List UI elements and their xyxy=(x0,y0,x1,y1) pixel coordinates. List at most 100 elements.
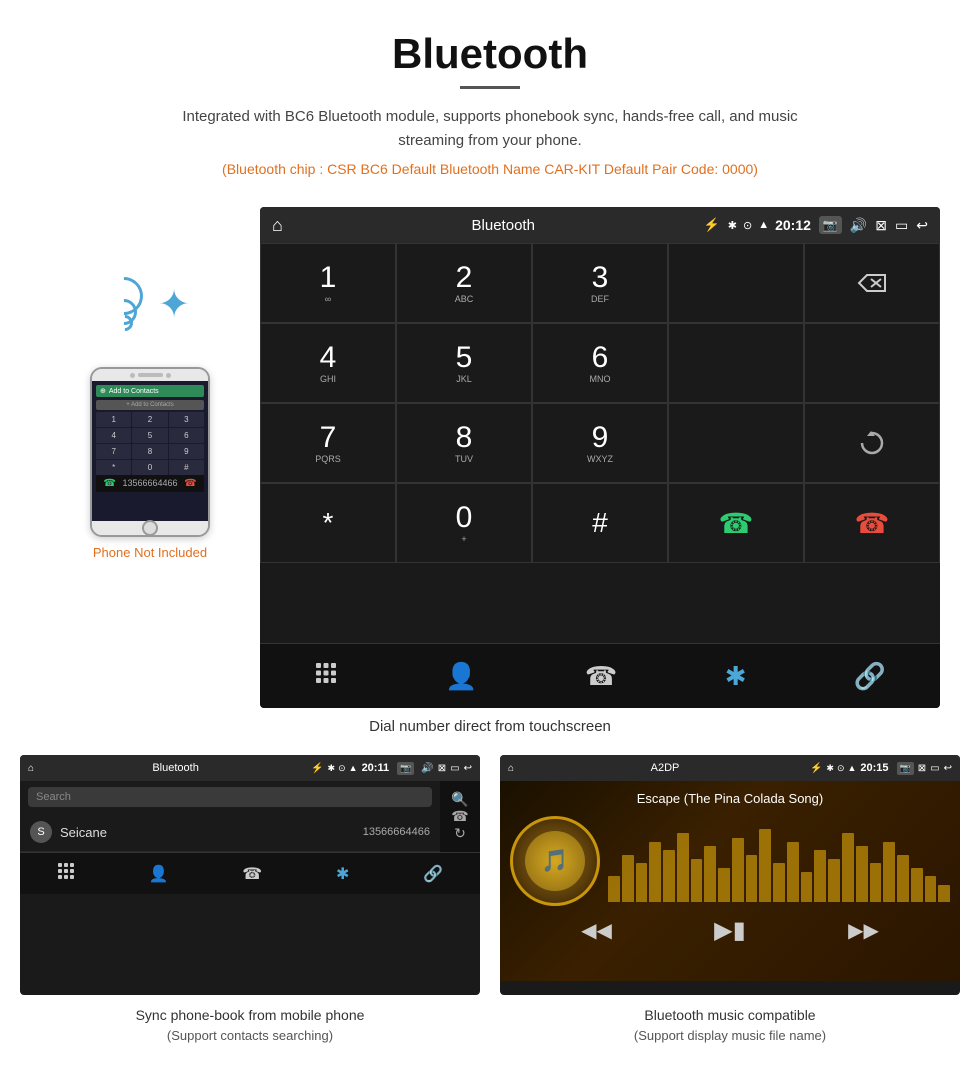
toolbar-phone-button[interactable]: ☎ xyxy=(585,661,617,692)
dial-empty-r1c4 xyxy=(668,243,804,323)
dial-redial-key[interactable] xyxy=(804,403,940,483)
dial-key-7[interactable]: 7 PQRS xyxy=(260,403,396,483)
music-card: ⌂ A2DP ⚡ ✱⊙▲ 20:15 📷 ⊠ ▭ ↩ Escape (The P… xyxy=(500,755,960,1046)
phone-add-contact-bar: + Add to Contacts xyxy=(96,400,204,410)
bt-graphic: ✦ xyxy=(100,267,200,357)
dial-key-2[interactable]: 2 ABC xyxy=(396,243,532,323)
phone-num-display: 13566664466 xyxy=(122,478,177,489)
dial-key-6[interactable]: 6 MNO xyxy=(532,323,668,403)
status-bar: ⌂ Bluetooth ⚡ ✱ ⊙ ▲ 20:12 📷 🔊 ⊠ ▭ ↩ xyxy=(260,207,940,243)
dial-call-key[interactable]: ☎ xyxy=(668,483,804,563)
dial-key-0[interactable]: 0 + xyxy=(396,483,532,563)
eq-bar xyxy=(842,833,854,902)
back-icon[interactable]: ↩ xyxy=(916,217,928,234)
dial-key-5[interactable]: 5 JKL xyxy=(396,323,532,403)
phone-key-7: 7 xyxy=(96,444,131,459)
music-time: 20:15 xyxy=(860,762,888,774)
phone-key-3: 3 xyxy=(169,412,204,427)
music-close-icon[interactable]: ⊠ xyxy=(918,763,926,774)
dial-empty-r3c4 xyxy=(668,403,804,483)
eq-bar xyxy=(704,846,716,902)
bluetooth-symbol: ✦ xyxy=(158,282,190,327)
phone-end-button: ☎ xyxy=(184,478,196,489)
sidebar-phone-icon[interactable]: ☎ xyxy=(451,808,468,825)
phonebook-vol-icon[interactable]: 🔊 xyxy=(421,763,433,774)
contact-row[interactable]: S Seicane 13566664466 xyxy=(20,813,440,852)
phone-key-6: 6 xyxy=(169,428,204,443)
eq-bar xyxy=(746,855,758,902)
dial-key-9[interactable]: 9 WXYZ xyxy=(532,403,668,483)
dial-key-star[interactable]: * xyxy=(260,483,396,563)
play-pause-button[interactable]: ▶▮ xyxy=(714,916,746,945)
phonebook-card: ⌂ Bluetooth ⚡ ✱⊙▲ 20:11 📷 🔊 ⊠ ▭ ↩ Search xyxy=(20,755,480,1046)
phone-speaker xyxy=(138,373,163,377)
music-camera-icon[interactable]: 📷 xyxy=(897,762,914,775)
phonebook-time: 20:11 xyxy=(362,762,390,774)
phone-sensor xyxy=(166,373,171,378)
main-caption: Dial number direct from touchscreen xyxy=(0,718,980,735)
phone-side: ✦ ⊕Add to Contacts + Add to Contacts 1 2… xyxy=(40,207,260,560)
phone-screen: ⊕Add to Contacts + Add to Contacts 1 2 3… xyxy=(92,381,208,521)
eq-bar xyxy=(856,846,868,902)
phonebook-main: Search S Seicane 13566664466 xyxy=(20,781,440,852)
eq-bar xyxy=(801,872,813,902)
camera-icon[interactable]: 📷 xyxy=(819,216,842,234)
phone-key-1: 1 xyxy=(96,412,131,427)
music-home-icon[interactable]: ⌂ xyxy=(508,763,514,774)
page-title: Bluetooth xyxy=(20,30,960,78)
toolbar-contacts-button[interactable]: 👤 xyxy=(445,661,477,692)
dial-key-8[interactable]: 8 TUV xyxy=(396,403,532,483)
dial-key-4[interactable]: 4 GHI xyxy=(260,323,396,403)
phone-home-bar xyxy=(92,521,208,535)
volume-icon[interactable]: 🔊 xyxy=(850,217,867,234)
phonebook-caption: Sync phone-book from mobile phone (Suppo… xyxy=(136,1005,365,1046)
home-icon[interactable]: ⌂ xyxy=(272,215,283,236)
dial-key-hash[interactable]: # xyxy=(532,483,668,563)
phonebook-window-icon[interactable]: ▭ xyxy=(450,763,459,774)
phonebook-home-icon[interactable]: ⌂ xyxy=(28,763,34,774)
dial-key-3[interactable]: 3 DEF xyxy=(532,243,668,323)
window-icon[interactable]: ▭ xyxy=(895,217,908,234)
music-back-icon[interactable]: ↩ xyxy=(944,763,952,774)
eq-bar xyxy=(759,829,771,902)
phone-camera xyxy=(130,373,135,378)
status-time: 20:12 xyxy=(775,217,811,233)
phonebook-toolbar-contacts[interactable]: 👤 xyxy=(149,864,169,884)
phonebook-back-icon[interactable]: ↩ xyxy=(464,763,472,774)
phonebook-screen-title: Bluetooth xyxy=(44,762,307,774)
dial-key-1[interactable]: 1 ∞ xyxy=(260,243,396,323)
music-window-icon[interactable]: ▭ xyxy=(930,763,939,774)
phonebook-toolbar-bt[interactable]: ✱ xyxy=(336,864,349,884)
dial-backspace-key[interactable] xyxy=(804,243,940,323)
eq-bar xyxy=(718,868,730,902)
dial-end-key[interactable]: ☎ xyxy=(804,483,940,563)
search-placeholder: Search xyxy=(36,791,71,803)
toolbar-bt-button[interactable]: ✱ xyxy=(725,661,747,692)
phone-top-bar xyxy=(92,369,208,381)
sidebar-refresh-icon[interactable]: ↻ xyxy=(454,825,466,842)
toolbar-dialpad-button[interactable] xyxy=(314,661,338,691)
phonebook-camera-icon[interactable]: 📷 xyxy=(397,762,414,775)
equalizer-bars xyxy=(608,816,950,906)
sidebar-search-icon[interactable]: 🔍 xyxy=(451,791,468,808)
location-icon: ⊙ xyxy=(743,219,752,232)
eq-bar xyxy=(622,855,634,902)
phone-home-button[interactable] xyxy=(142,520,158,536)
phone-key-4: 4 xyxy=(96,428,131,443)
main-screen-area: ✦ ⊕Add to Contacts + Add to Contacts 1 2… xyxy=(0,207,980,708)
phonebook-close-icon[interactable]: ⊠ xyxy=(438,763,446,774)
status-icons: ✱ ⊙ ▲ 20:12 xyxy=(728,217,811,233)
phonebook-sidebar: 🔍 ☎ ↻ xyxy=(440,781,480,852)
phonebook-toolbar-dialpad[interactable] xyxy=(57,862,75,885)
phonebook-toolbar: 👤 ☎ ✱ 🔗 xyxy=(20,852,480,894)
toolbar-link-button[interactable]: 🔗 xyxy=(854,661,886,692)
phone-call-button: ☎ xyxy=(103,478,115,489)
phonebook-toolbar-phone[interactable]: ☎ xyxy=(242,864,262,884)
search-bar[interactable]: Search xyxy=(28,787,432,807)
next-track-button[interactable]: ▶▶ xyxy=(848,918,879,943)
prev-track-button[interactable]: ◀◀ xyxy=(581,918,612,943)
phonebook-toolbar-link[interactable]: 🔗 xyxy=(423,864,443,884)
eq-bar xyxy=(691,859,703,902)
music-status-bar: ⌂ A2DP ⚡ ✱⊙▲ 20:15 📷 ⊠ ▭ ↩ xyxy=(500,755,960,781)
close-icon[interactable]: ⊠ xyxy=(875,217,887,234)
